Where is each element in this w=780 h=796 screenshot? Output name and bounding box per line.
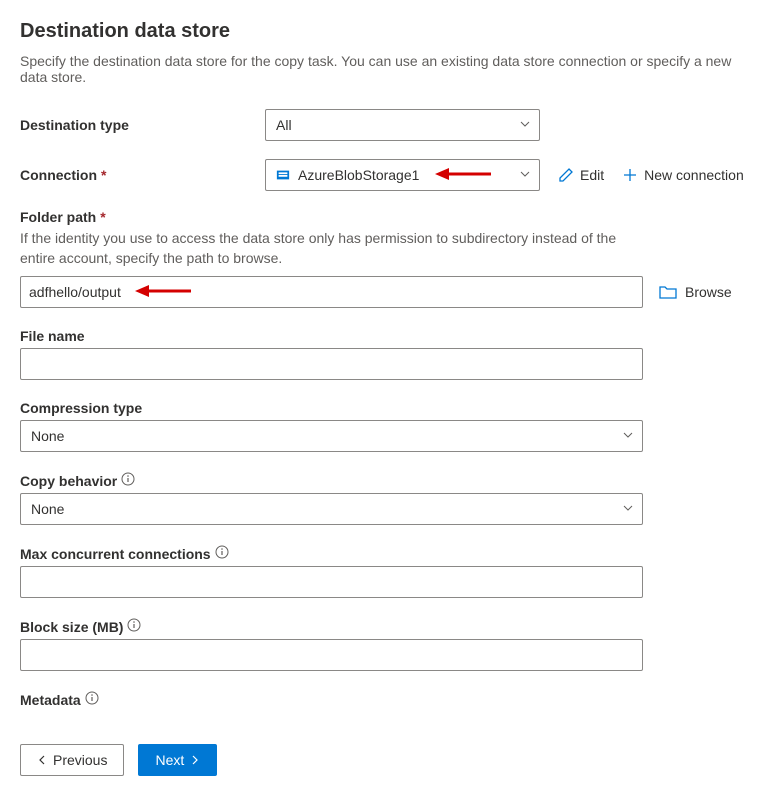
chevron-down-icon: [519, 167, 531, 183]
field-max-concurrent: Max concurrent connections: [20, 545, 760, 598]
chevron-down-icon: [622, 501, 634, 517]
label-metadata: Metadata: [20, 691, 760, 708]
max-concurrent-input[interactable]: [20, 566, 643, 598]
label-compression-type: Compression type: [20, 400, 760, 416]
folder-path-input[interactable]: [20, 276, 643, 308]
label-destination-type: Destination type: [20, 117, 265, 133]
chevron-down-icon: [519, 117, 531, 133]
field-connection: Connection * AzureBlobStorage1 Edit: [20, 159, 760, 191]
required-marker: *: [100, 209, 105, 225]
chevron-right-icon: [190, 755, 200, 765]
field-folder-path: Folder path * If the identity you use to…: [20, 209, 760, 308]
label-block-size: Block size (MB): [20, 618, 760, 635]
info-icon[interactable]: [121, 472, 135, 489]
wizard-footer: Previous Next: [20, 730, 760, 776]
field-block-size: Block size (MB): [20, 618, 760, 671]
info-icon[interactable]: [215, 545, 229, 562]
page-subtitle: Specify the destination data store for t…: [20, 53, 760, 85]
copy-behavior-select[interactable]: None: [20, 493, 643, 525]
label-folder-path: Folder path *: [20, 209, 760, 225]
field-copy-behavior: Copy behavior None: [20, 472, 760, 525]
page-title: Destination data store: [20, 20, 760, 43]
browse-link[interactable]: Browse: [659, 284, 732, 300]
field-destination-type: Destination type All: [20, 109, 760, 141]
label-connection: Connection *: [20, 167, 265, 183]
edit-connection-link[interactable]: Edit: [558, 167, 604, 183]
label-max-concurrent: Max concurrent connections: [20, 545, 760, 562]
connection-select[interactable]: AzureBlobStorage1: [265, 159, 540, 191]
help-folder-path: If the identity you use to access the da…: [20, 229, 640, 268]
next-button[interactable]: Next: [138, 744, 217, 776]
file-name-input[interactable]: [20, 348, 643, 380]
field-compression-type: Compression type None: [20, 400, 760, 452]
info-icon[interactable]: [127, 618, 141, 635]
field-file-name: File name: [20, 328, 760, 380]
destination-type-select[interactable]: All: [265, 109, 540, 141]
plus-icon: [622, 167, 638, 183]
label-copy-behavior: Copy behavior: [20, 472, 760, 489]
info-icon[interactable]: [85, 691, 99, 708]
required-marker: *: [101, 167, 106, 183]
chevron-down-icon: [622, 428, 634, 444]
compression-type-select[interactable]: None: [20, 420, 643, 452]
chevron-left-icon: [37, 755, 47, 765]
folder-icon: [659, 284, 677, 300]
new-connection-link[interactable]: New connection: [622, 167, 744, 183]
field-metadata: Metadata: [20, 691, 760, 708]
pencil-icon: [558, 167, 574, 183]
label-file-name: File name: [20, 328, 760, 344]
blob-storage-icon: [276, 168, 290, 182]
previous-button[interactable]: Previous: [20, 744, 124, 776]
block-size-input[interactable]: [20, 639, 643, 671]
